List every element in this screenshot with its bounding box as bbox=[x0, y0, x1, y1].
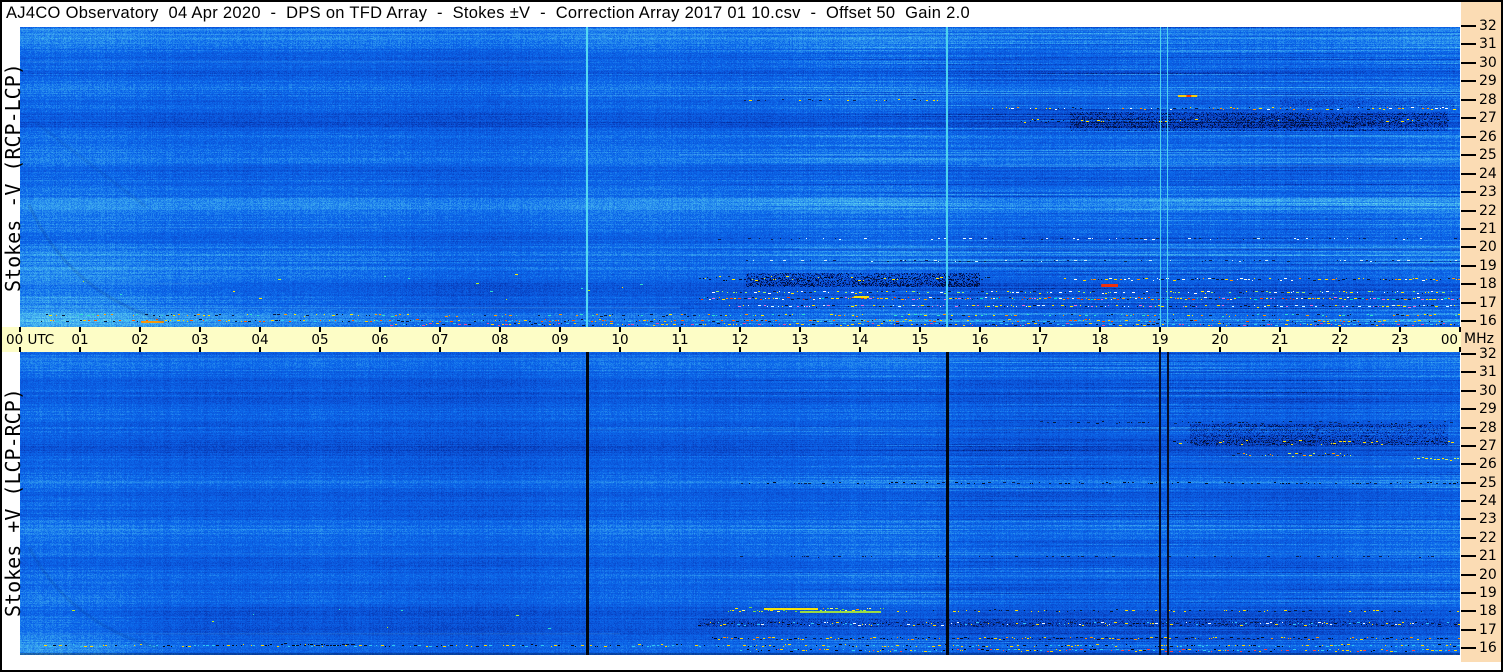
hour-label: 23 bbox=[1391, 332, 1409, 348]
spectrogram-bottom-canvas bbox=[20, 352, 1460, 655]
spectrograph-window: AJ4CO Observatory 04 Apr 2020 - DPS on T… bbox=[0, 0, 1503, 672]
hour-label: 07 bbox=[431, 332, 449, 348]
hour-label: 16 bbox=[971, 332, 989, 348]
ylabel-stokes-plus-v: Stokes +V (LCP-RCP) bbox=[1, 388, 25, 617]
hour-label: 14 bbox=[851, 332, 869, 348]
title-text: AJ4CO Observatory 04 Apr 2020 - DPS on T… bbox=[6, 4, 970, 22]
hour-label: 19 bbox=[1151, 332, 1169, 348]
hour-label: 15 bbox=[911, 332, 929, 348]
hour-label: 06 bbox=[371, 332, 389, 348]
hour-label: 10 bbox=[611, 332, 629, 348]
hour-label: 05 bbox=[311, 332, 329, 348]
hour-label: 00 bbox=[1440, 332, 1458, 348]
hour-label: 22 bbox=[1331, 332, 1349, 348]
hour-label: 04 bbox=[251, 332, 269, 348]
hour-label: 08 bbox=[491, 332, 509, 348]
hour-tick bbox=[1459, 347, 1461, 352]
ylabel-stokes-minus-v: Stokes -V (RCP-LCP) bbox=[1, 63, 25, 292]
hour-label: 01 bbox=[71, 332, 89, 348]
hour-tick bbox=[1459, 327, 1461, 332]
time-axis: 00 UTC 01 02 03 04 05 06 07 08 09 10 11 12 13 14 15 16 17… bbox=[2, 327, 1461, 352]
hour-label: 12 bbox=[731, 332, 749, 348]
spectrogram-top-canvas bbox=[20, 27, 1460, 327]
hour-label: 18 bbox=[1091, 332, 1109, 348]
hour-label: 21 bbox=[1271, 332, 1289, 348]
hour-label: 11 bbox=[671, 332, 689, 348]
mhz-unit-label: MHz bbox=[1464, 331, 1494, 347]
hour-label: 17 bbox=[1031, 332, 1049, 348]
hour-label: 09 bbox=[551, 332, 569, 348]
hour-label: 00 UTC bbox=[6, 332, 55, 348]
hour-label: 02 bbox=[131, 332, 149, 348]
hour-label: 03 bbox=[191, 332, 209, 348]
hour-label: 20 bbox=[1211, 332, 1229, 348]
hour-label: 13 bbox=[791, 332, 809, 348]
